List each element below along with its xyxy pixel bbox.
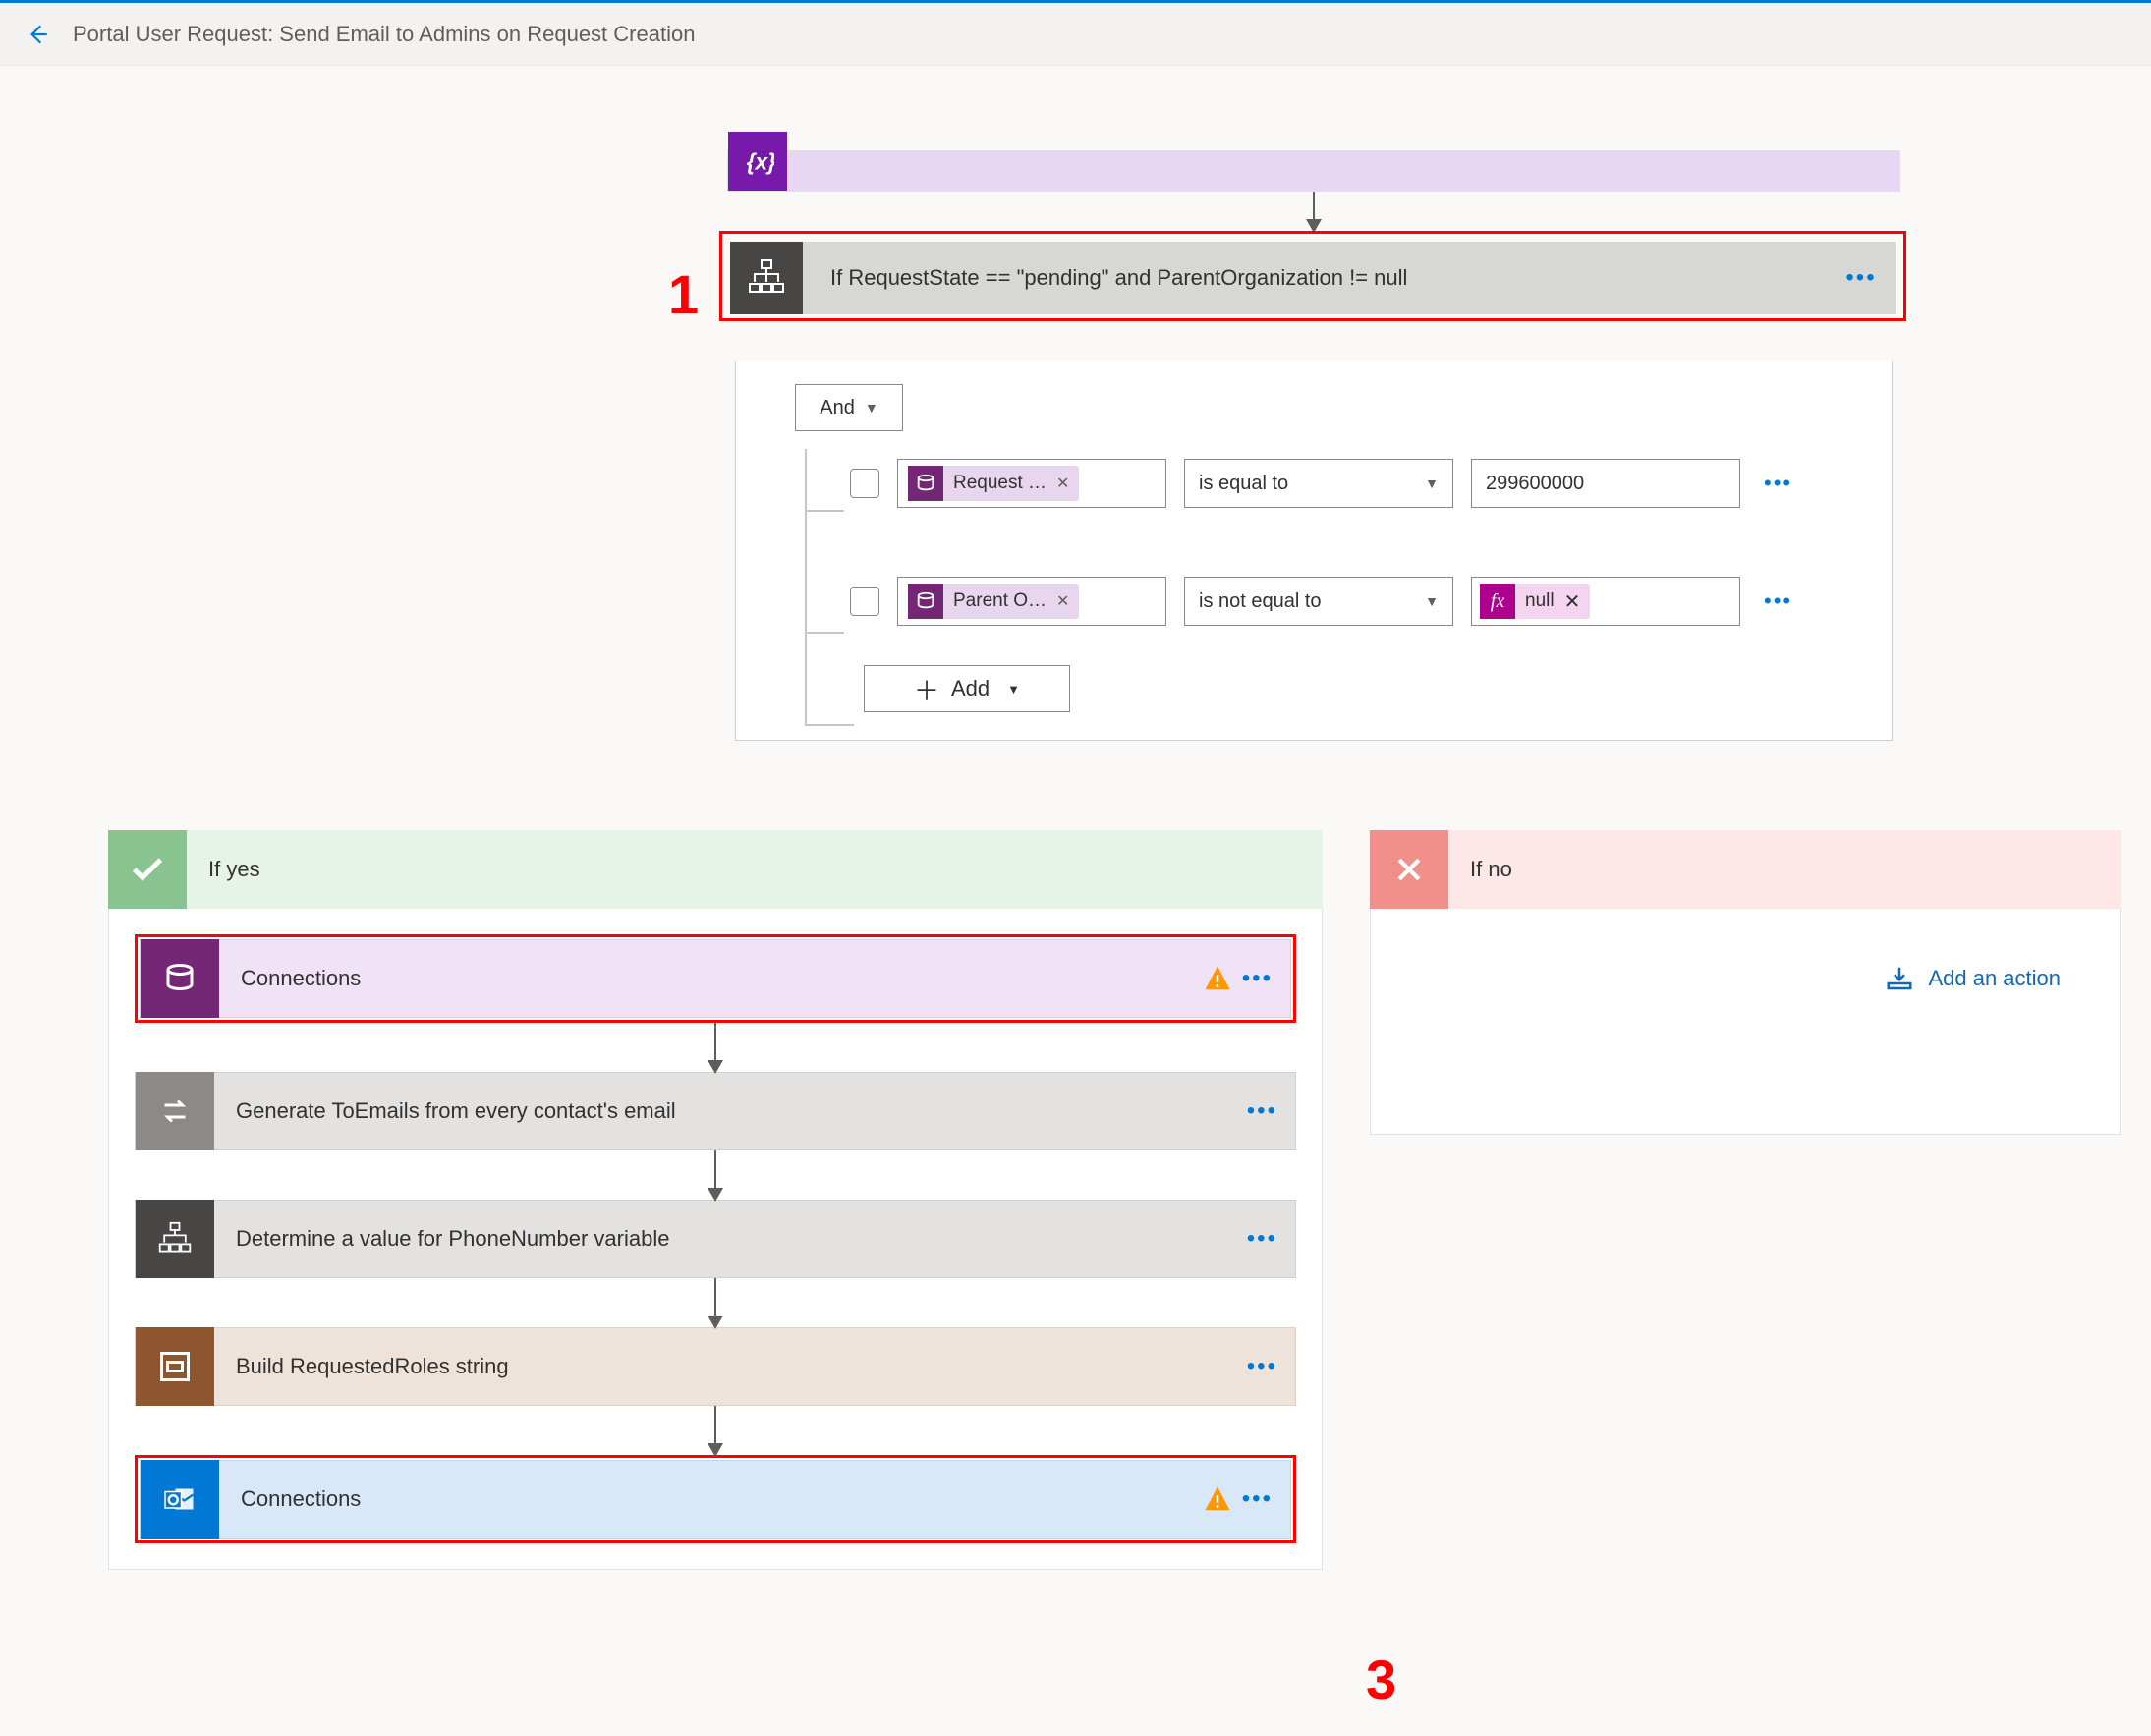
group-operator-dropdown[interactable]: And ▼ [795,384,903,431]
step-more-icon[interactable]: ••• [1247,1225,1277,1253]
outlook-icon [141,1460,219,1539]
dataverse-token[interactable]: Parent O… ✕ [908,584,1079,619]
operator-dropdown[interactable]: is equal to ▼ [1184,459,1453,508]
chevron-down-icon: ▼ [1007,682,1020,697]
left-operand-field[interactable]: Request … ✕ [897,459,1166,508]
step-connections-outlook[interactable]: Connections ••• [140,1460,1291,1539]
add-label: Add [951,676,990,701]
token-remove-icon[interactable]: ✕ [1056,474,1069,493]
row-more-icon[interactable]: ••• [1764,588,1792,614]
operator-dropdown[interactable]: is not equal to ▼ [1184,577,1453,626]
step-determine-phonenumber[interactable]: Determine a value for PhoneNumber variab… [135,1200,1296,1278]
condition-header[interactable]: If RequestState == "pending" and ParentO… [730,242,1896,314]
previous-step[interactable]: {x} [727,150,1900,192]
operator-label: is equal to [1199,473,1288,495]
dataverse-token[interactable]: Request … ✕ [908,466,1079,501]
variable-icon: {x} [728,132,787,191]
annotation-3: 3 [1366,1648,1396,1711]
svg-text:{x}: {x} [747,149,774,175]
step-label: Connections [241,966,1203,991]
step-connections[interactable]: Connections ••• [140,939,1291,1018]
fx-icon: fx [1480,584,1515,619]
if-no-body: Add an action [1370,909,2121,1135]
condition-more-icon[interactable]: ••• [1840,264,1882,292]
step-build-requestedroles[interactable]: Build RequestedRoles string ••• [135,1327,1296,1406]
expression-token[interactable]: fx null ✕ [1480,584,1590,619]
condition-row: Request … ✕ is equal to ▼ 299600000 ••• [850,459,1833,508]
highlight-box: Connections ••• [135,1455,1296,1543]
step-more-icon[interactable]: ••• [1247,1097,1277,1125]
warning-icon [1203,964,1232,993]
condition-tree: Request … ✕ is equal to ▼ 299600000 ••• [805,459,1833,712]
left-operand-field[interactable]: Parent O… ✕ [897,577,1166,626]
if-no-label: If no [1470,857,1512,882]
step-label: Determine a value for PhoneNumber variab… [236,1226,1247,1252]
back-button[interactable] [20,17,55,52]
condition-card-outline: If RequestState == "pending" and ParentO… [719,231,1906,321]
step-more-icon[interactable]: ••• [1242,965,1273,992]
flow-title: Portal User Request: Send Email to Admin… [73,22,695,47]
step-more-icon[interactable]: ••• [1247,1353,1277,1380]
token-label: null [1525,590,1555,612]
annotation-1: 1 [668,262,699,326]
step-generate-toemails[interactable]: Generate ToEmails from every contact's e… [135,1072,1296,1150]
scope-icon [136,1327,214,1406]
add-action-button[interactable]: Add an action [1396,934,2094,1023]
if-yes-branch: If yes Connections ••• [108,830,1323,1570]
value-text: 299600000 [1486,473,1584,495]
step-label: Build RequestedRoles string [236,1354,1247,1379]
group-operator-label: And [820,397,855,420]
check-icon [108,830,187,909]
plus-icon: ＋ [914,671,939,707]
condition-body: And ▼ Request … [735,361,1893,741]
token-label: Parent O… [953,590,1047,612]
step-more-icon[interactable]: ••• [1242,1485,1273,1513]
token-remove-icon[interactable]: ✕ [1056,591,1069,611]
step-label: Connections [241,1486,1203,1512]
if-yes-label: If yes [208,857,260,882]
chevron-down-icon: ▼ [1425,476,1439,491]
loop-icon [136,1072,214,1150]
if-yes-header[interactable]: If yes [108,830,1323,909]
connector-arrow [714,1023,716,1072]
condition-icon [136,1200,214,1278]
if-no-branch: If no Add an action [1370,830,2121,1135]
step-label: Generate ToEmails from every contact's e… [236,1098,1247,1124]
row-more-icon[interactable]: ••• [1764,471,1792,496]
condition-row: Parent O… ✕ is not equal to ▼ fx null ✕ [850,577,1833,626]
token-label: Request … [953,473,1047,494]
row-checkbox[interactable] [850,587,879,616]
connector-arrow [714,1406,716,1455]
chevron-down-icon: ▼ [865,400,878,416]
row-checkbox[interactable] [850,469,879,498]
token-remove-icon[interactable]: ✕ [1564,589,1581,614]
flow-canvas[interactable]: {x} 1 If RequestState == "pending" and P… [0,66,2151,1736]
dataverse-icon [908,466,943,501]
add-condition-button[interactable]: ＋ Add ▼ [864,665,1070,712]
add-action-icon [1885,964,1914,993]
value-field[interactable]: fx null ✕ [1471,577,1740,626]
connector-arrow [714,1278,716,1327]
chevron-down-icon: ▼ [1425,593,1439,609]
if-yes-body: Connections ••• Generate ToEmails from e… [108,909,1323,1570]
connector-arrow [714,1150,716,1200]
dataverse-icon [908,584,943,619]
add-action-label: Add an action [1928,966,2061,991]
value-field[interactable]: 299600000 [1471,459,1740,508]
condition-icon [730,242,803,314]
dataverse-icon [141,939,219,1018]
operator-label: is not equal to [1199,590,1322,613]
highlight-box: Connections ••• [135,934,1296,1023]
connector-arrow [1313,192,1315,231]
if-no-header[interactable]: If no [1370,830,2121,909]
condition-title: If RequestState == "pending" and ParentO… [830,265,1840,291]
warning-icon [1203,1484,1232,1514]
top-bar: Portal User Request: Send Email to Admin… [0,3,2151,66]
close-icon [1370,830,1448,909]
